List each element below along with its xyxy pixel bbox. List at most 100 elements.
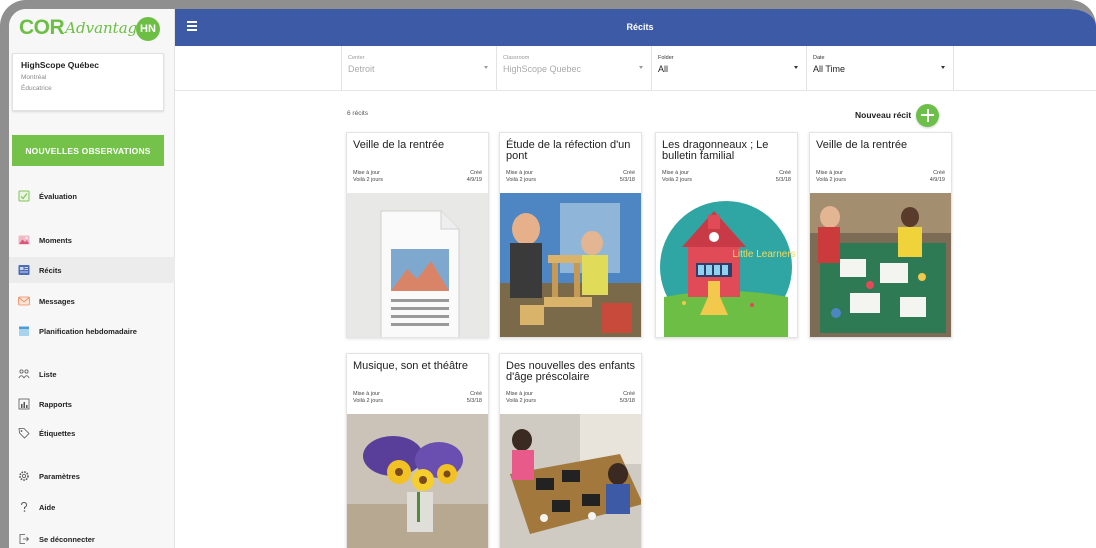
created-date: 5/3/18: [619, 397, 635, 404]
logout-icon: [19, 534, 30, 544]
sidebar-item-liste[interactable]: Liste: [9, 361, 175, 387]
user-card: HighScope Québec Montréal Éducatrice: [12, 53, 164, 111]
story-card-meta: Mise à jour Voilà 2 jours Créé 5/3/18: [506, 170, 635, 183]
document-placeholder-image: [347, 193, 488, 337]
tag-icon: [18, 428, 30, 439]
story-photo: [810, 193, 951, 337]
story-icon: [18, 265, 30, 275]
plus-icon[interactable]: [916, 103, 940, 127]
date-select-value: All Time: [813, 64, 846, 74]
sidebar-item-etiquettes[interactable]: Étiquettes: [9, 420, 175, 446]
story-card-meta: Mise à jour Voilà 2 jours Créé 4/9/19: [816, 170, 945, 183]
center-select[interactable]: Center Detroit: [341, 46, 496, 90]
chevron-down-icon: [794, 66, 798, 69]
story-card-meta: Mise à jour Voilà 2 jours Créé 5/3/18: [506, 391, 635, 404]
story-card-title: Des nouvelles des enfants d'âge préscola…: [506, 360, 636, 383]
story-count: 6 récits: [347, 110, 368, 117]
avatar[interactable]: HN: [136, 17, 160, 41]
new-story-button[interactable]: Nouveau récit: [855, 102, 940, 128]
mail-icon: [18, 296, 30, 306]
logo-cor-text: COR: [19, 15, 65, 39]
sidebar-item-label: Récits: [39, 265, 62, 275]
updated-value: Voilà 2 jours: [816, 176, 846, 183]
classroom-select-label: Classroom: [503, 55, 530, 61]
new-observations-button[interactable]: NOUVELLES OBSERVATIONS: [12, 135, 164, 166]
sidebar-item-aide[interactable]: Aide: [9, 494, 175, 520]
story-card[interactable]: Musique, son et théâtre Mise à jour Voil…: [346, 353, 489, 548]
story-card-meta: Mise à jour Voilà 2 jours Créé 5/3/18: [662, 170, 791, 183]
center-select-value: Detroit: [348, 64, 375, 74]
menu-icon[interactable]: [187, 21, 197, 31]
sidebar-item-parametres[interactable]: Paramètres: [9, 463, 175, 489]
date-select-label: Date: [813, 55, 825, 61]
logo-advantage-text: Advantage: [65, 18, 147, 37]
story-card-meta: Mise à jour Voilà 2 jours Créé 5/3/18: [353, 391, 482, 404]
sidebar-item-label: Paramètres: [39, 471, 80, 481]
story-card[interactable]: Étude de la réfection d'un pont Mise à j…: [499, 132, 642, 338]
photo-icon: [18, 235, 30, 245]
people-icon: [18, 369, 30, 379]
story-card[interactable]: Veille de la rentrée Mise à jour Voilà 2…: [346, 132, 489, 338]
folder-select-label: Folder: [658, 55, 674, 61]
created-date: 5/3/18: [466, 397, 482, 404]
sidebar-item-planning[interactable]: Planification hebdomadaire: [9, 318, 175, 344]
story-card-title: Les dragonneaux ; Le bulletin familial: [662, 139, 769, 162]
updated-value: Voilà 2 jours: [662, 176, 692, 183]
created-date: 5/3/18: [619, 176, 635, 183]
sidebar-item-label: Rapports: [39, 399, 72, 409]
calendar-icon: [19, 326, 29, 336]
sidebar-item-label: Moments: [39, 235, 72, 245]
story-card[interactable]: Des nouvelles des enfants d'âge préscola…: [499, 353, 642, 548]
gear-icon: [19, 471, 29, 481]
sidebar-item-label: Liste: [39, 369, 57, 379]
story-photo: [500, 193, 641, 337]
sidebar-item-evaluation[interactable]: Évaluation: [9, 183, 175, 209]
chart-icon: [18, 398, 30, 410]
story-card-meta: Mise à jour Voilà 2 jours Créé 4/9/19: [353, 170, 482, 183]
top-bar: Récits: [175, 9, 1096, 46]
app-window: COR Advantage HN HighScope Québec Montré…: [0, 0, 1096, 548]
story-card[interactable]: Veille de la rentrée Mise à jour Voilà 2…: [809, 132, 952, 338]
sidebar-item-label: Messages: [39, 296, 75, 306]
sidebar-item-rapports[interactable]: Rapports: [9, 391, 175, 417]
created-date: 5/3/18: [775, 176, 791, 183]
date-select[interactable]: Date All Time: [806, 46, 954, 90]
updated-value: Voilà 2 jours: [506, 397, 536, 404]
created-date: 4/9/19: [466, 176, 482, 183]
sidebar-item-label: Étiquettes: [39, 428, 76, 438]
story-card[interactable]: Les dragonneaux ; Le bulletin familial M…: [655, 132, 798, 338]
story-card-title: Musique, son et théâtre: [353, 360, 468, 372]
story-card-title: Veille de la rentrée: [816, 139, 908, 151]
chevron-down-icon: [941, 66, 945, 69]
story-card-title: Veille de la rentrée: [353, 139, 445, 151]
sidebar-item-logout[interactable]: Se déconnecter: [9, 526, 175, 548]
assessment-icon: [18, 190, 30, 202]
page-title: Récits: [626, 22, 654, 32]
sidebar-item-label: Planification hebdomadaire: [39, 326, 137, 336]
little-learners-text: Little Learners: [732, 249, 795, 260]
user-name: HighScope Québec: [21, 60, 99, 70]
sidebar-item-moments[interactable]: Moments: [9, 227, 175, 253]
folder-select-value: All: [658, 64, 669, 74]
created-date: 4/9/19: [929, 176, 945, 183]
sidebar-item-messages[interactable]: Messages: [9, 288, 175, 314]
story-photo: [500, 414, 641, 548]
chevron-down-icon: [639, 66, 643, 69]
chevron-down-icon: [484, 66, 488, 69]
story-card-title: Étude de la réfection d'un pont: [506, 139, 631, 162]
sidebar-item-label: Se déconnecter: [39, 534, 95, 544]
user-role: Éducatrice: [21, 85, 52, 92]
little-learners-logo: Little Learners: [656, 193, 797, 337]
sidebar-item-recits[interactable]: Récits: [9, 257, 175, 283]
classroom-select[interactable]: Classroom HighScope Quebec: [496, 46, 651, 90]
filter-bar: Center Detroit Classroom HighScope Quebe…: [175, 46, 1096, 91]
classroom-select-value: HighScope Quebec: [503, 64, 582, 74]
updated-value: Voilà 2 jours: [353, 397, 383, 404]
sidebar-item-label: Évaluation: [39, 191, 77, 201]
folder-select[interactable]: Folder All: [651, 46, 806, 90]
story-photo: [347, 414, 488, 548]
center-select-label: Center: [348, 55, 365, 61]
help-icon: [21, 501, 28, 512]
sidebar: COR Advantage HN HighScope Québec Montré…: [9, 9, 175, 548]
new-story-label: Nouveau récit: [855, 110, 912, 120]
